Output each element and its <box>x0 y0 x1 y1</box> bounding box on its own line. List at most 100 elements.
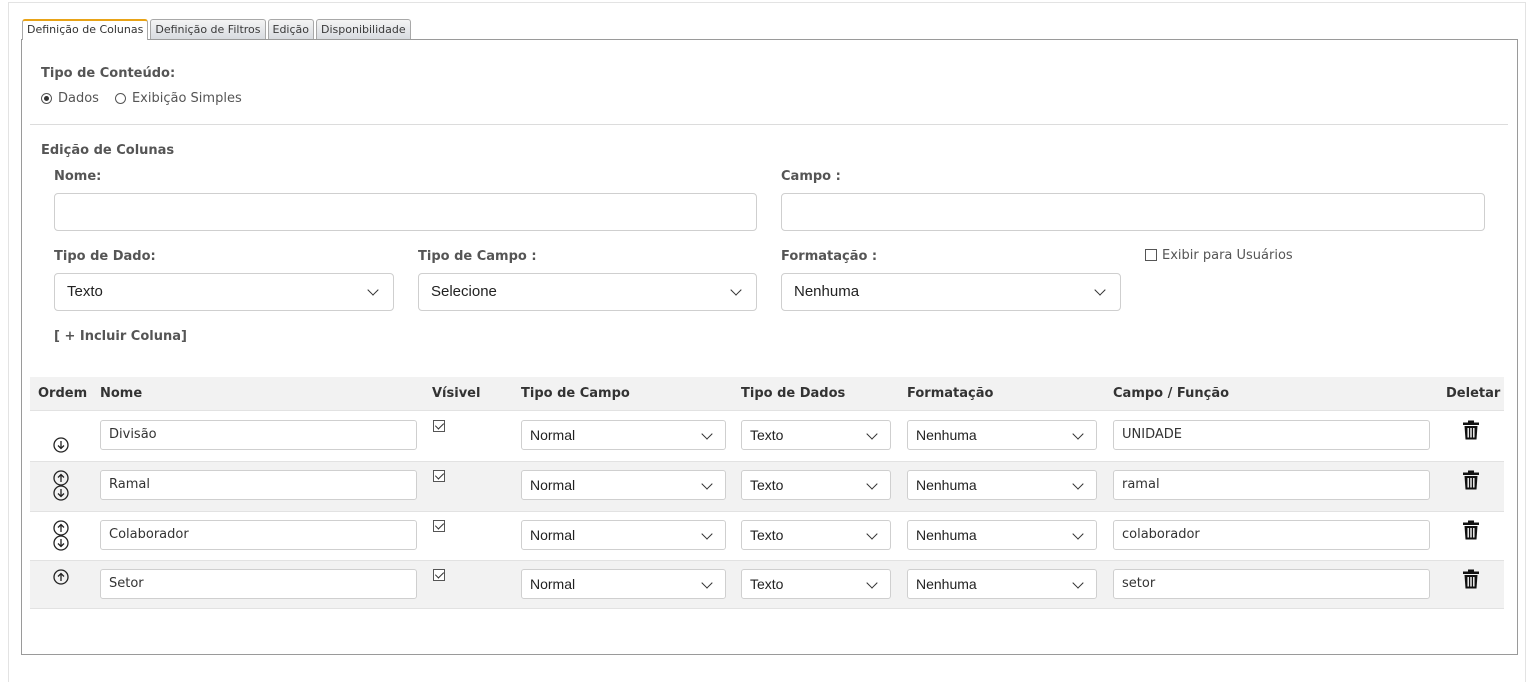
row-name-input[interactable]: Colaborador <box>100 520 417 550</box>
th-name: Nome <box>100 386 143 401</box>
chevron-down-icon <box>730 284 742 296</box>
row-data-type-select[interactable]: Texto <box>741 520 891 550</box>
row-visible-checkbox[interactable] <box>433 420 445 432</box>
radio-exibicao-simples[interactable] <box>114 93 126 104</box>
row-data-type-select[interactable]: Texto <box>741 569 891 599</box>
checkmark-icon <box>434 470 445 480</box>
tab-bar: Definição de Colunas Definição de Filtro… <box>22 19 411 40</box>
row-visible-checkbox[interactable] <box>433 520 445 532</box>
row-format-select-value: Nenhuma <box>916 527 977 543</box>
column-edit-title: Edição de Colunas <box>41 143 175 158</box>
chevron-down-icon <box>701 528 713 540</box>
chevron-down-icon <box>701 577 713 589</box>
field-type-label: Tipo de Campo : <box>418 249 537 264</box>
row-field-type-select-value: Normal <box>530 527 576 543</box>
arrow-down-icon[interactable] <box>53 485 69 501</box>
arrow-up-icon[interactable] <box>53 470 69 486</box>
row-format-select-value: Nenhuma <box>916 576 977 592</box>
row-name-input[interactable]: Setor <box>100 569 417 599</box>
chevron-down-icon <box>701 478 713 490</box>
name-label: Nome: <box>54 169 102 184</box>
radio-exibicao-simples-label: Exibição Simples <box>131 91 242 106</box>
trash-icon[interactable] <box>1462 420 1480 440</box>
th-data-type: Tipo de Dados <box>741 386 846 401</box>
tab-disponibilidade[interactable]: Disponibilidade <box>316 19 411 39</box>
row-data-type-select[interactable]: Texto <box>741 470 891 500</box>
chevron-down-icon <box>1072 478 1084 490</box>
row-visible-checkbox[interactable] <box>433 470 445 482</box>
row-data-type-select-value: Texto <box>750 527 784 543</box>
trash-icon[interactable] <box>1462 470 1480 490</box>
row-field-type-select-value: Normal <box>530 427 576 443</box>
show-users-label: Exibir para Usuários <box>1162 248 1293 263</box>
field-type-select[interactable]: Selecione <box>418 273 757 311</box>
row-format-select-value: Nenhuma <box>916 427 977 443</box>
th-visible: Vísivel <box>432 386 481 401</box>
row-field-input[interactable]: UNIDADE <box>1113 420 1430 450</box>
row-field-type-select[interactable]: Normal <box>521 420 726 450</box>
arrow-down-icon[interactable] <box>53 437 69 453</box>
th-order: Ordem <box>38 386 88 401</box>
format-select[interactable]: Nenhuma <box>781 273 1121 311</box>
checkmark-icon <box>434 520 445 530</box>
table-header: Ordem Nome Vísivel Tipo de Campo Tipo de… <box>30 377 1504 411</box>
radio-dados[interactable] <box>41 93 52 104</box>
content-type-options: Dados Exibição Simples <box>41 91 242 106</box>
checkmark-icon <box>434 420 445 430</box>
data-type-select[interactable]: Texto <box>54 273 394 311</box>
chevron-down-icon <box>866 428 878 440</box>
th-field-type: Tipo de Campo <box>521 386 630 401</box>
row-format-select[interactable]: Nenhuma <box>907 470 1097 500</box>
data-type-value: Texto <box>67 283 103 300</box>
row-field-type-select[interactable]: Normal <box>521 569 726 599</box>
field-input[interactable] <box>781 193 1485 231</box>
arrow-up-icon[interactable] <box>53 569 69 585</box>
arrow-down-icon[interactable] <box>53 535 69 551</box>
field-label: Campo : <box>781 169 841 184</box>
row-field-type-select[interactable]: Normal <box>521 520 726 550</box>
chevron-down-icon <box>367 284 379 296</box>
row-field-type-select-value: Normal <box>530 576 576 592</box>
chevron-down-icon <box>866 528 878 540</box>
tab-definicao-filtros[interactable]: Definição de Filtros <box>150 19 266 39</box>
content-type-label: Tipo de Conteúdo: <box>41 66 176 81</box>
name-input[interactable] <box>54 193 757 231</box>
row-field-type-select[interactable]: Normal <box>521 470 726 500</box>
chevron-down-icon <box>701 428 713 440</box>
th-delete: Deletar <box>1446 386 1501 401</box>
chevron-down-icon <box>1072 428 1084 440</box>
row-field-input[interactable]: setor <box>1113 569 1430 599</box>
chevron-down-icon <box>866 577 878 589</box>
th-format: Formatação <box>907 386 994 401</box>
row-data-type-select-value: Texto <box>750 477 784 493</box>
chevron-down-icon <box>1094 284 1106 296</box>
row-format-select[interactable]: Nenhuma <box>907 569 1097 599</box>
row-visible-checkbox[interactable] <box>433 569 445 581</box>
add-column-link[interactable]: [ + Incluir Coluna] <box>54 329 187 344</box>
table-row: Setor Normal Texto Nenhuma setor <box>30 561 1504 609</box>
row-field-input[interactable]: colaborador <box>1113 520 1430 550</box>
row-field-input[interactable]: ramal <box>1113 470 1430 500</box>
table-row: Colaborador Normal Texto Nenhuma colaborador <box>30 512 1504 561</box>
chevron-down-icon <box>866 478 878 490</box>
radio-dados-label: Dados <box>58 91 99 106</box>
field-type-value: Selecione <box>431 283 497 300</box>
data-type-label: Tipo de Dado: <box>54 249 156 264</box>
table-row: Ramal Normal Texto Nenhuma ramal <box>30 462 1504 512</box>
row-name-input[interactable]: Divisão <box>100 420 417 450</box>
tab-edicao[interactable]: Edição <box>267 19 315 39</box>
row-data-type-select[interactable]: Texto <box>741 420 891 450</box>
arrow-up-icon[interactable] <box>53 520 69 536</box>
row-format-select[interactable]: Nenhuma <box>907 520 1097 550</box>
row-format-select[interactable]: Nenhuma <box>907 420 1097 450</box>
row-data-type-select-value: Texto <box>750 576 784 592</box>
row-format-select-value: Nenhuma <box>916 477 977 493</box>
trash-icon[interactable] <box>1462 520 1480 540</box>
show-users-checkbox[interactable] <box>1145 249 1157 261</box>
chevron-down-icon <box>1072 528 1084 540</box>
trash-icon[interactable] <box>1462 569 1480 589</box>
format-value: Nenhuma <box>794 283 860 300</box>
row-name-input[interactable]: Ramal <box>100 470 417 500</box>
format-label: Formatação : <box>781 249 878 264</box>
tab-definicao-colunas[interactable]: Definição de Colunas <box>22 19 149 40</box>
